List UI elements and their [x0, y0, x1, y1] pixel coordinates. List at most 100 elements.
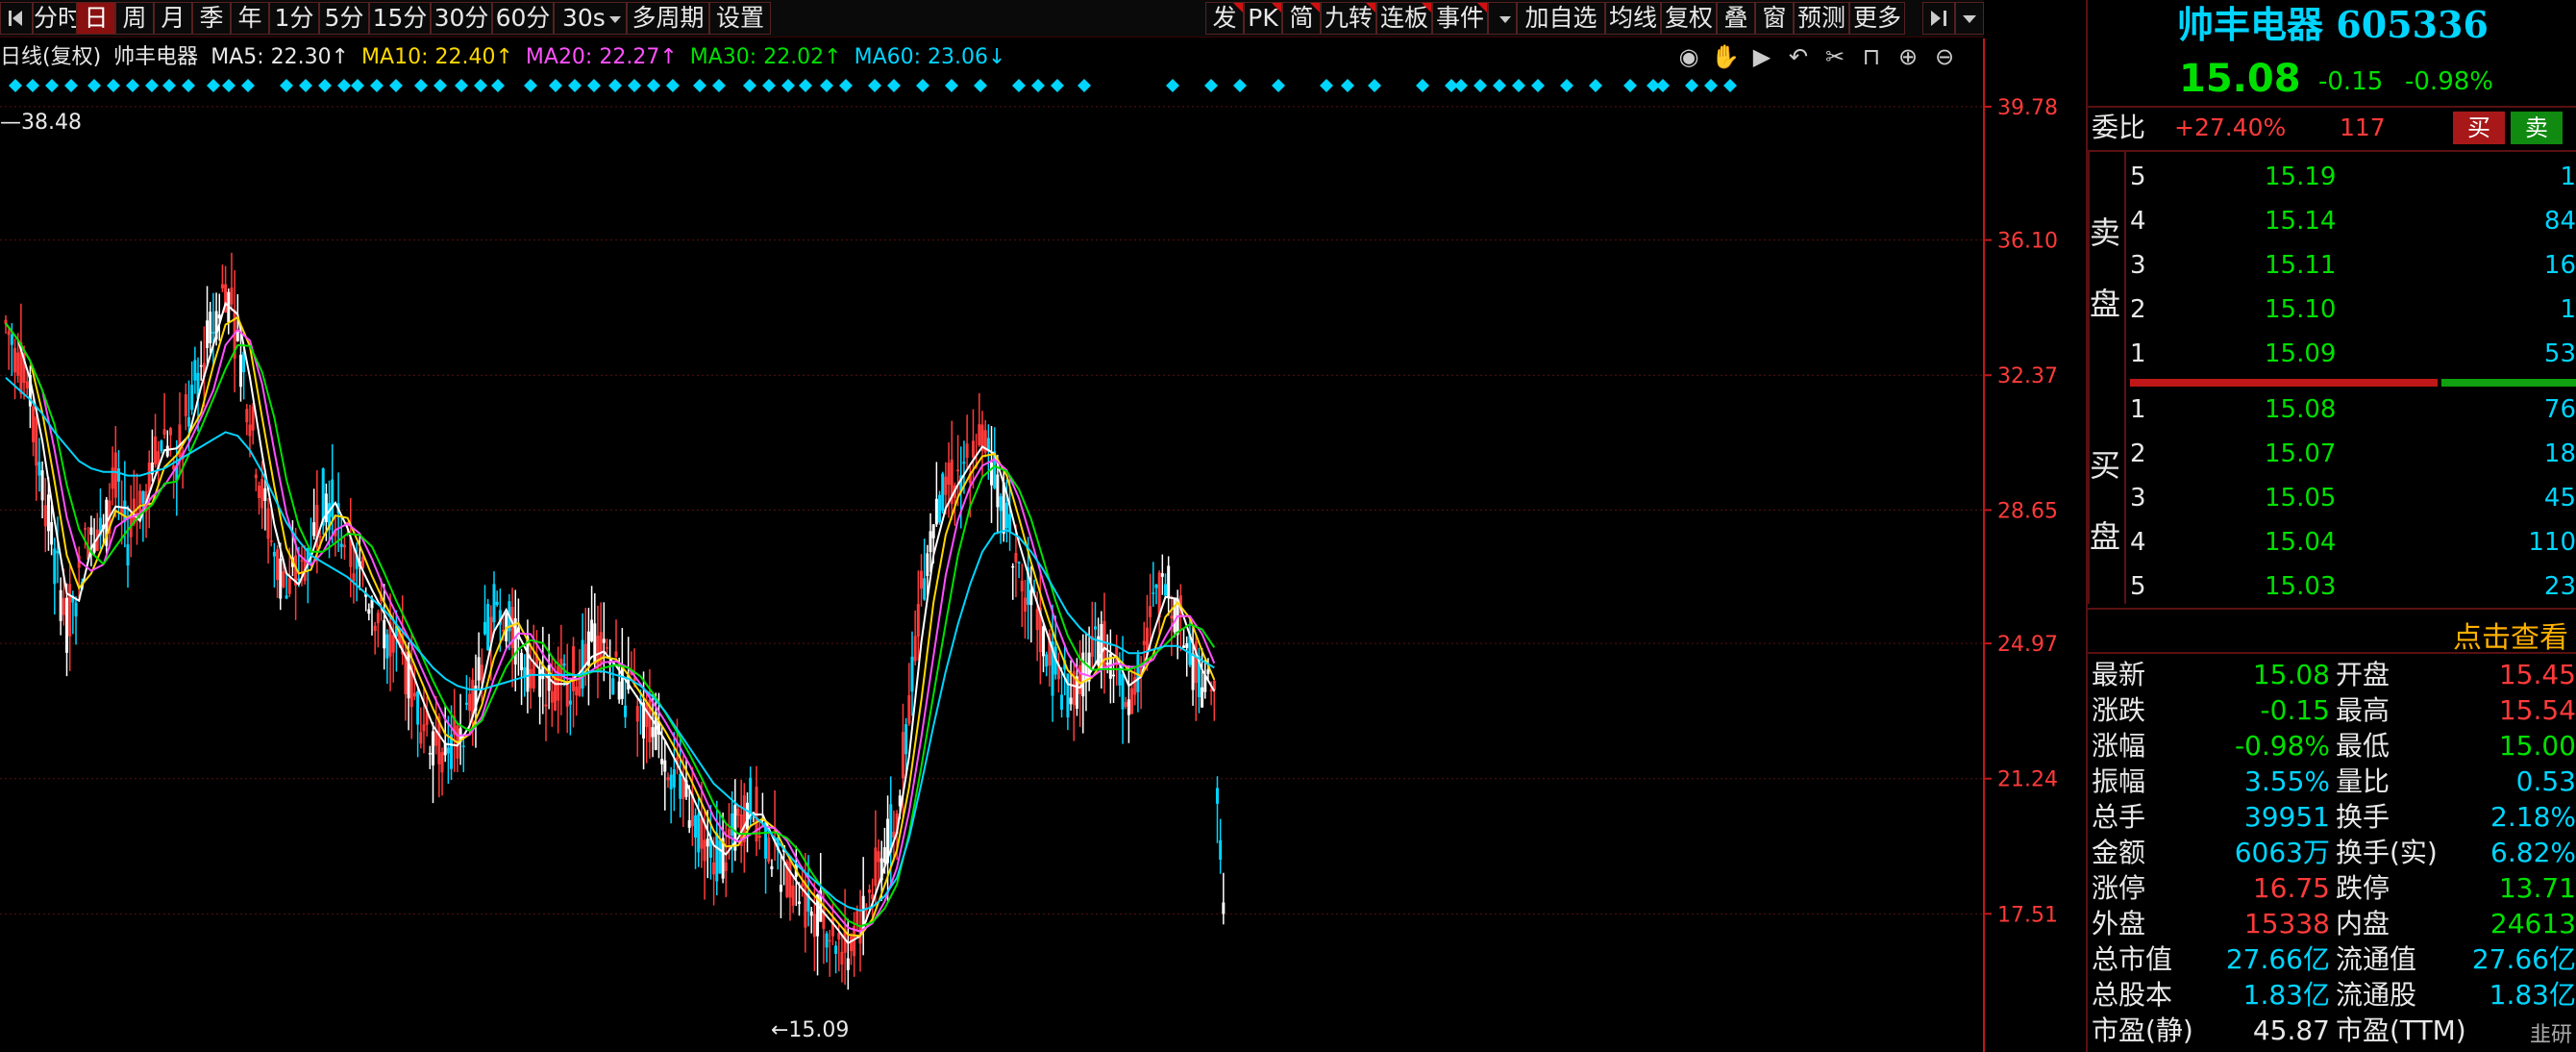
y-tick-label: 39.78	[1997, 96, 2058, 120]
bid-vol: 76	[2543, 395, 2576, 424]
candle-body	[779, 885, 782, 892]
candle-body	[736, 809, 740, 816]
quote-l1: 市盈(静)	[2092, 1014, 2193, 1046]
legend-ma5: MA5: 22.30↑	[211, 45, 350, 69]
quote-v1: -0.15	[2260, 694, 2330, 726]
candle-body	[583, 643, 587, 665]
quote-l2: 最低	[2336, 730, 2390, 762]
bid-row[interactable]: 1 15.08 76	[2130, 388, 2576, 431]
bid-level: 3	[2130, 484, 2146, 513]
y-tick-label: 36.10	[1997, 230, 2058, 254]
y-tick-label: 17.51	[1997, 903, 2058, 927]
candle-body	[602, 639, 606, 643]
candle-body	[801, 883, 805, 887]
candle-body	[679, 774, 682, 799]
candle-body	[620, 665, 624, 699]
bid-row[interactable]: 5 15.03 23	[2130, 565, 2576, 608]
event-marker	[241, 79, 255, 92]
candle-body	[1142, 640, 1146, 645]
candle-body	[913, 636, 917, 662]
quote-row: 总市值 27.66亿 流通值 27.66亿	[2092, 942, 2576, 976]
candle-body	[1093, 626, 1097, 630]
candle-body	[147, 463, 151, 492]
quote-panel: 帅丰电器 605336 15.08 -0.15 -0.98% 委比 +27.40…	[2086, 0, 2576, 1052]
hand-icon[interactable]: ✋	[1711, 42, 1740, 71]
candle-body	[187, 416, 190, 427]
candle-body	[35, 416, 38, 466]
candle-body	[645, 703, 649, 728]
quote-v2: 15.45	[2498, 659, 2576, 690]
event-marker	[1560, 79, 1573, 92]
sell-button[interactable]: 卖	[2511, 112, 2563, 144]
candle-body	[1045, 654, 1049, 667]
ask-row[interactable]: 5 15.19 1	[2130, 156, 2576, 198]
candle-body	[168, 428, 172, 436]
kline-chart[interactable]: 39.78 36.10 32.37 28.65 24.97 21.24 17.51 —38.4…	[0, 0, 2084, 1052]
webi-label: 委比	[2092, 112, 2146, 143]
candle-body	[263, 488, 267, 501]
candle-body	[978, 424, 981, 445]
eye-icon[interactable]: ◉	[1674, 42, 1703, 71]
legend-stock: 帅丰电器	[113, 45, 199, 69]
bid-row[interactable]: 4 15.04 110	[2130, 521, 2576, 564]
candle-body	[74, 602, 78, 617]
event-marker	[126, 79, 139, 92]
candle-body	[486, 604, 490, 651]
zoom-out-icon[interactable]: ⊖	[1930, 42, 1959, 71]
stock-code: 605336	[2336, 3, 2489, 46]
scissors-icon[interactable]: ✂	[1821, 42, 1849, 71]
candle-body	[230, 288, 234, 305]
candle-body	[757, 835, 761, 839]
click-view-link[interactable]: 点击查看	[2453, 614, 2568, 656]
bid-level: 2	[2130, 439, 2146, 468]
quote-v2: 27.66亿	[2471, 943, 2576, 975]
candle-body	[934, 498, 938, 525]
zoom-in-icon[interactable]: ⊕	[1894, 42, 1922, 71]
candle-body	[1004, 502, 1008, 529]
ask-row[interactable]: 4 15.14 84	[2130, 200, 2576, 242]
y-tick-label: 32.37	[1997, 364, 2058, 388]
ask-level: 3	[2130, 251, 2146, 280]
candle-body	[715, 833, 719, 882]
bid-vol: 45	[2543, 484, 2576, 513]
candle-body	[718, 839, 722, 874]
undo-icon[interactable]: ↶	[1784, 42, 1813, 71]
candle-body	[1170, 615, 1174, 619]
price-change-pct: -0.98%	[2405, 67, 2493, 96]
quote-v1: 15338	[2243, 908, 2330, 939]
quote-row: 涨停 16.75 跌停 13.71	[2092, 871, 2576, 905]
bid-vol: 110	[2528, 528, 2576, 557]
quote-l1: 涨跌	[2092, 694, 2146, 726]
candle-body	[791, 885, 795, 906]
candle-body	[999, 496, 1003, 512]
ask-row[interactable]: 3 15.11 16	[2130, 244, 2576, 287]
candle-body	[611, 678, 615, 695]
quote-l2: 换手	[2336, 801, 2390, 833]
event-marker	[1204, 79, 1218, 92]
ask-row[interactable]: 2 15.10 1	[2130, 288, 2576, 331]
candle-body	[16, 352, 20, 376]
candle-body	[339, 543, 343, 547]
quote-row: 总手 39951 换手 2.18%	[2092, 800, 2576, 834]
ask-vol: 16	[2543, 251, 2576, 280]
candle-body	[40, 470, 44, 501]
candle-body	[1219, 839, 1223, 860]
bid-price: 15.04	[2265, 528, 2337, 557]
candle-body	[1017, 562, 1021, 564]
bid-row[interactable]: 3 15.05 45	[2130, 477, 2576, 519]
buy-button[interactable]: 买	[2453, 112, 2505, 144]
event-marker	[916, 79, 929, 92]
candle-body	[248, 424, 252, 437]
event-marker	[568, 79, 582, 92]
bid-row[interactable]: 2 15.07 18	[2130, 433, 2576, 475]
candle-body	[944, 476, 948, 495]
play-icon[interactable]: ▶	[1747, 42, 1776, 71]
quote-l1: 涨停	[2092, 872, 2146, 904]
candle-body	[672, 769, 676, 788]
candle-body	[1112, 674, 1116, 677]
ask-row[interactable]: 1 15.09 53	[2130, 333, 2576, 375]
lock-icon[interactable]: ⊓	[1857, 42, 1886, 71]
candle-body	[25, 381, 29, 388]
candle-body	[687, 819, 691, 828]
legend-ma10: MA10: 22.40↑	[361, 45, 513, 69]
